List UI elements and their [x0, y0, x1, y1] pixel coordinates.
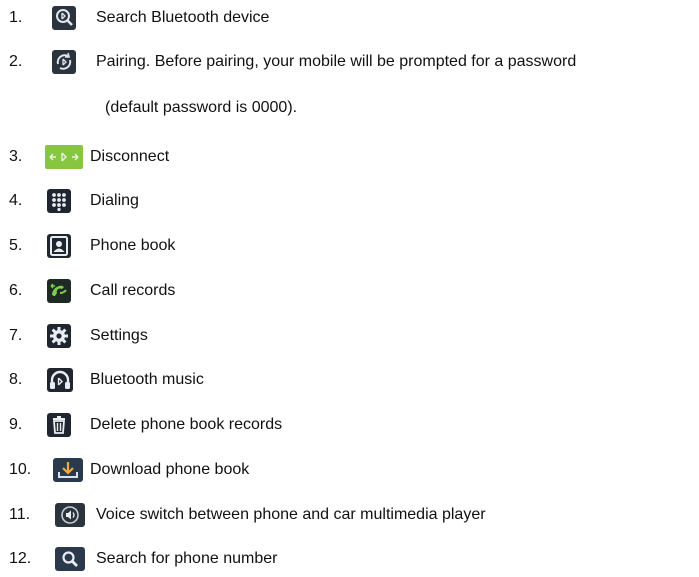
voice-switch-icon: [55, 503, 85, 527]
bluetooth-disconnect-icon: [45, 145, 83, 169]
list-item-continuation: (default password is 0000).: [0, 93, 699, 123]
download-icon: [53, 458, 83, 482]
item-label: Dialing: [90, 192, 139, 209]
list-item: 4. Dialing: [0, 186, 699, 216]
item-label: Delete phone book records: [90, 416, 283, 433]
contacts-icon: [47, 234, 71, 258]
item-label: Settings: [90, 327, 148, 344]
item-label: Bluetooth music: [90, 371, 204, 388]
item-label: Phone book: [90, 237, 176, 254]
item-number: 5.: [9, 237, 23, 254]
list-item: 11. Voice switch between phone and car m…: [0, 500, 699, 530]
item-label: Call records: [90, 282, 176, 299]
search-icon: [55, 547, 85, 571]
bluetooth-pairing-icon: [52, 50, 76, 74]
item-number: 6.: [9, 282, 23, 299]
bluetooth-search-icon: [52, 6, 76, 30]
item-label: Pairing. Before pairing, your mobile wil…: [96, 53, 577, 70]
item-number: 2.: [9, 53, 23, 70]
list-item: 5. Phone book: [0, 231, 699, 261]
item-label: Download phone book: [90, 461, 250, 478]
item-label-continuation: (default password is 0000).: [105, 99, 298, 116]
item-number: 8.: [9, 371, 23, 388]
item-number: 1.: [9, 9, 23, 26]
item-label: Disconnect: [90, 148, 170, 165]
dialpad-icon: [47, 189, 71, 213]
item-number: 4.: [9, 192, 23, 209]
list-item: 6. Call records: [0, 276, 699, 306]
list-item: 1. Search Bluetooth device: [0, 3, 699, 33]
trash-icon: [47, 413, 71, 437]
call-log-icon: [47, 279, 71, 303]
list-item: 9. Delete phone book records: [0, 410, 699, 440]
list-item: 12. Search for phone number: [0, 544, 699, 574]
item-label: Search Bluetooth device: [96, 9, 270, 26]
list-item: 8. Bluetooth music: [0, 365, 699, 395]
item-label: Search for phone number: [96, 550, 278, 567]
item-number: 10.: [9, 461, 32, 478]
item-number: 7.: [9, 327, 23, 344]
list-item: 2. Pairing. Before pairing, your mobile …: [0, 47, 699, 77]
list-item: 10. Download phone book: [0, 455, 699, 485]
item-label: Voice switch between phone and car multi…: [96, 506, 486, 523]
list-item: 7. Settings: [0, 321, 699, 351]
item-number: 11.: [9, 506, 31, 523]
item-number: 9.: [9, 416, 23, 433]
headphones-bluetooth-icon: [47, 368, 73, 392]
item-number: 12.: [9, 550, 32, 567]
item-number: 3.: [9, 148, 23, 165]
gear-icon: [47, 324, 71, 348]
list-item: 3. Disconnect: [0, 142, 699, 172]
